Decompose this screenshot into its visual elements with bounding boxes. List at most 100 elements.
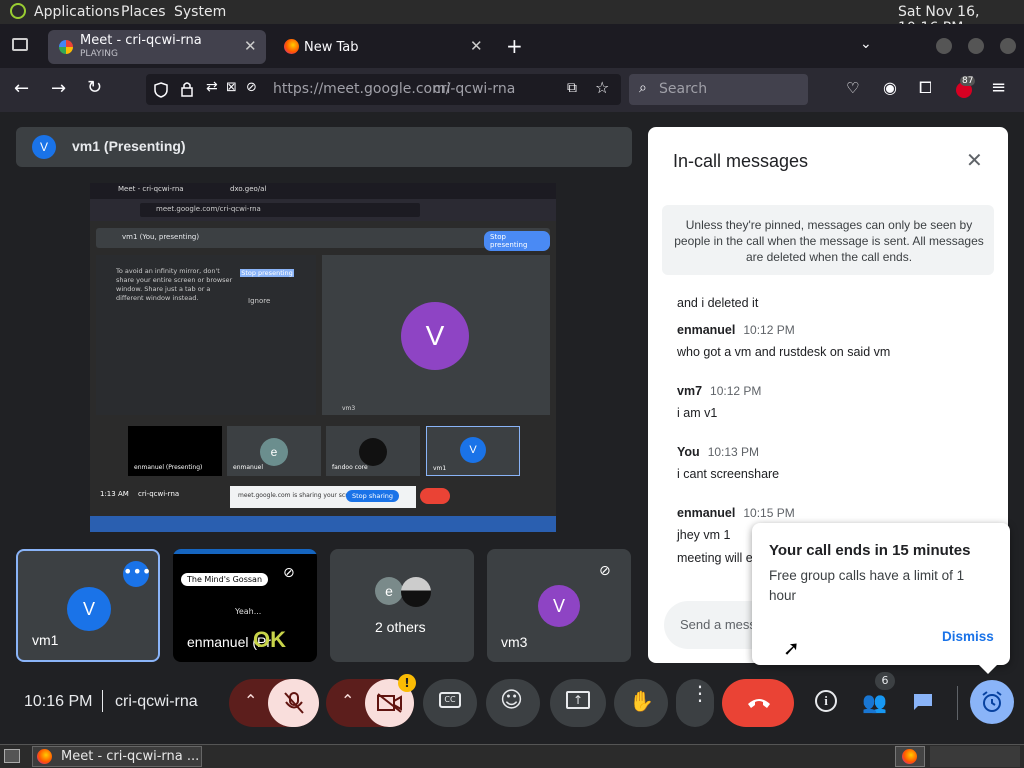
leave-call-button[interactable] (722, 679, 794, 727)
mini-stop-presenting: Stop presenting (484, 231, 550, 251)
tab-new-tab[interactable]: New Tab ✕ (274, 30, 492, 64)
present-screen-icon: ↑ (566, 691, 590, 709)
extension-badge: 87 (960, 76, 976, 86)
chat-title: In-call messages (673, 151, 809, 171)
account-icon[interactable]: ◉ (883, 78, 897, 97)
presenter-avatar: V (32, 135, 56, 159)
mini-tile: fandoo core (326, 426, 420, 476)
mic-options-chevron-up-icon[interactable]: ⌃ (244, 691, 257, 710)
search-placeholder: Search (659, 81, 708, 97)
people-icon[interactable]: 👥 (862, 690, 887, 714)
mini-time: 1:13 AM (100, 490, 129, 498)
alarm-clock-icon (982, 691, 1002, 712)
shared-screen[interactable]: Meet - cri-qcwi-rna dxo.geo/al meet.goog… (90, 183, 556, 532)
lock-icon (181, 82, 193, 97)
tile-slide-title: The Mind's Gossan (181, 573, 269, 586)
close-tab-icon[interactable]: ✕ (244, 37, 257, 55)
tab-meet[interactable]: Meet - cri-qcwi-rna PLAYING ✕ (48, 30, 266, 64)
workspace-switcher-empty[interactable] (930, 746, 1020, 767)
meeting-info-icon[interactable]: i (815, 690, 837, 712)
dismiss-button[interactable]: Dismiss (942, 629, 994, 644)
back-arrow-icon[interactable]: ← (14, 78, 29, 99)
menu-system[interactable]: System (174, 4, 226, 20)
window-maximize-icon[interactable] (968, 38, 984, 54)
mini-mirror-panel: To avoid an infinity mirror, don't share… (96, 255, 316, 415)
browser-tab-strip: Meet - cri-qcwi-rna PLAYING ✕ New Tab ✕ … (0, 24, 1024, 68)
mouse-cursor-icon: ➚ (783, 636, 800, 660)
mini-tile-avatar: V (460, 437, 486, 463)
autoplay-blocked-icon[interactable]: ⊘ (246, 80, 257, 95)
tile-name: vm3 (501, 634, 528, 650)
mini-big-tile: V vm3 (322, 255, 550, 415)
participant-tile-vm1[interactable]: V ••• vm1 (16, 549, 160, 662)
bookmark-star-icon[interactable]: ☆ (595, 78, 609, 97)
message-sender: vm7 (677, 384, 703, 398)
mini-tile: V vm1 (426, 426, 520, 476)
mini-navbar: meet.google.com/cri-qcwi-rna (90, 199, 556, 221)
camera-blocked-icon[interactable]: ⊠ (226, 80, 237, 95)
tab-overview-icon[interactable] (12, 38, 28, 51)
reload-icon[interactable]: ↻ (87, 77, 102, 98)
close-icon[interactable]: ✕ (966, 148, 983, 172)
close-tab-icon[interactable]: ✕ (470, 37, 483, 55)
distro-logo-icon[interactable] (10, 3, 26, 19)
message-sender: You (677, 445, 700, 459)
chat-message: You 10:13 PM i cant screenshare (677, 441, 779, 481)
mic-toggle-button[interactable] (268, 679, 319, 727)
participant-tile-enmanuel[interactable]: The Mind's Gossan Yeah... ⊘ enmanuel (Pr… (173, 549, 317, 662)
tile-watermark: OK (253, 627, 286, 652)
extensions-puzzle-icon[interactable]: ⧠ (919, 78, 932, 98)
reactions-button[interactable]: ☺ (486, 679, 540, 727)
tab-list-chevron-down-icon[interactable]: ⌄ (860, 36, 872, 52)
menu-places[interactable]: Places (121, 4, 166, 20)
tile-more-options-icon[interactable]: ••• (123, 561, 151, 587)
participant-tile-vm3[interactable]: V ⊘ vm3 (487, 549, 631, 662)
mini-stop-sharing: Stop sharing (346, 490, 400, 502)
search-input[interactable]: ⌕ Search (629, 74, 808, 105)
tab-title: Meet - cri-qcwi-rna (80, 33, 202, 48)
captions-button[interactable]: CC (423, 679, 477, 727)
camera-options-chevron-up-icon[interactable]: ⌃ (341, 691, 354, 710)
hand-icon: ✋ (629, 689, 654, 713)
new-tab-plus-icon[interactable]: + (506, 34, 523, 58)
mini-mirror-warning: To avoid an infinity mirror, don't share… (116, 267, 233, 302)
firefox-icon (37, 749, 52, 764)
message-sender: enmanuel (677, 323, 736, 337)
timer-activity-button[interactable] (970, 680, 1014, 724)
window-minimize-icon[interactable] (936, 38, 952, 54)
mini-tile-name: vm1 (433, 465, 447, 472)
message-text: i cant screenshare (677, 467, 780, 481)
forward-arrow-icon[interactable]: → (51, 78, 66, 99)
shield-icon[interactable] (154, 82, 168, 98)
url-path: cri-qcwi-rna (433, 81, 516, 97)
presenter-label: vm1 (Presenting) (72, 138, 186, 154)
mini-code: cri-qcwi-rna (138, 490, 180, 498)
mini-sharing-text: meet.google.com is sharing your screen. (238, 492, 361, 499)
tab-title: New Tab (304, 40, 359, 55)
window-close-icon[interactable] (1000, 38, 1016, 54)
more-options-button[interactable]: ⋮ (676, 679, 714, 727)
show-desktop-icon[interactable] (4, 749, 20, 763)
tile-avatar: V (67, 587, 111, 631)
permissions-icon[interactable]: ⇄ (206, 79, 218, 95)
message-time: 10:12 PM (743, 323, 795, 337)
chat-notice-text: Unless they're pinned, messages can only… (674, 218, 984, 264)
present-button[interactable]: ↑ (550, 679, 606, 727)
muted-mic-icon: ⊘ (599, 563, 611, 579)
system-top-bar: Applications Places System Sat Nov 16, 1… (0, 0, 1024, 36)
chat-icon[interactable] (912, 692, 934, 712)
message-text: i am v1 (677, 406, 718, 420)
pocket-icon[interactable]: ♡ (846, 79, 859, 97)
chat-partial-message: and i deleted it (677, 296, 759, 310)
mini-tile-avatar-image (359, 438, 387, 466)
screen-share-indicator-icon[interactable]: ⧉ (567, 80, 577, 96)
hamburger-menu-icon[interactable]: ≡ (991, 77, 1006, 98)
participant-tile-others[interactable]: e 2 others (330, 549, 474, 662)
meet-content: V vm1 (Presenting) Meet - cri-qcwi-rna d… (0, 112, 1024, 744)
menu-applications[interactable]: Applications (34, 4, 120, 20)
taskbar-window-button[interactable]: Meet - cri-qcwi-rna ... (32, 746, 202, 767)
workspace-switcher[interactable] (895, 746, 925, 767)
url-bar[interactable]: ⇄ ⊠ ⊘ https://meet.google.com/ cri-qcwi-… (146, 74, 621, 105)
raise-hand-button[interactable]: ✋ (614, 679, 668, 727)
mini-tile: enmanuel (Presenting) (128, 426, 222, 476)
